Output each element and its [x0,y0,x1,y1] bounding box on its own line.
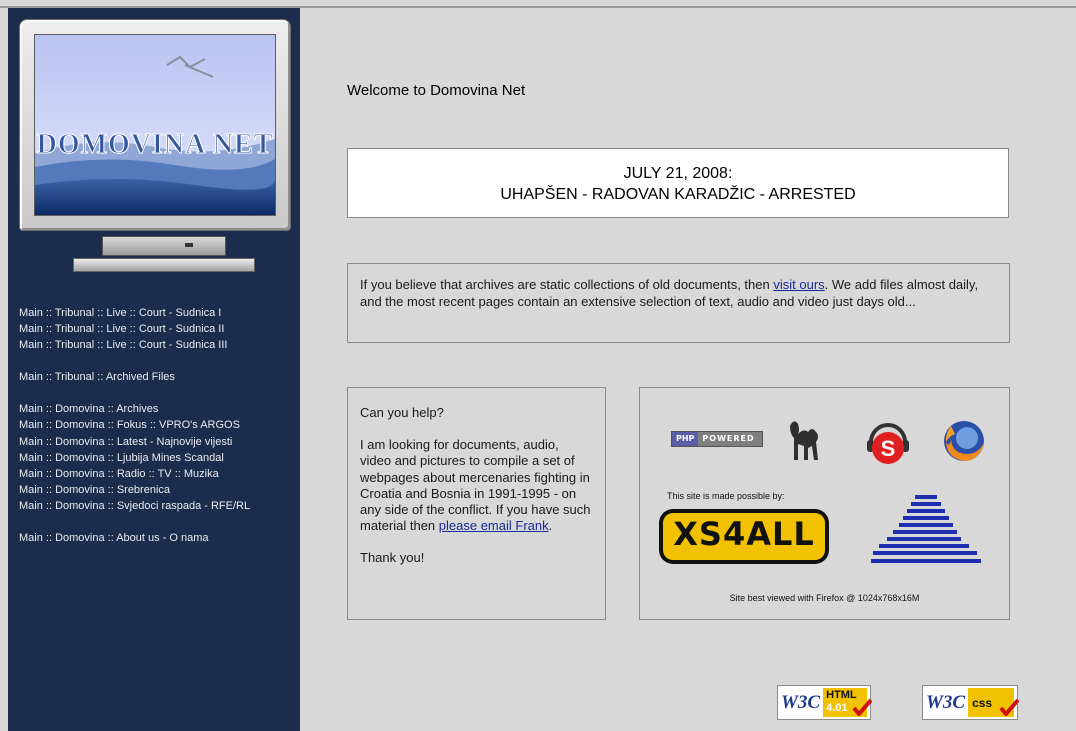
nav-link-radio-tv[interactable]: Main :: Domovina :: Radio :: TV :: Muzik… [19,466,299,482]
site-logo-monitor[interactable]: DOMOVINA NET [19,19,291,272]
monitor-screen: DOMOVINA NET [34,34,276,216]
nav-link-ljubija[interactable]: Main :: Domovina :: Ljubija Mines Scanda… [19,450,299,466]
nav-link-about-us[interactable]: Main :: Domovina :: About us - O nama [19,530,299,546]
nav-link-archived-files[interactable]: Main :: Tribunal :: Archived Files [19,369,299,385]
monitor-stand-base [73,258,255,272]
php-badge-left: PHP [672,432,699,446]
nav-link-sudnica-2[interactable]: Main :: Tribunal :: Live :: Court - Sudn… [19,321,299,337]
php-powered-badge[interactable]: PHP POWERED [671,431,763,447]
headline-box: JULY 21, 2008: UHAPŠEN - RADOVAN KARADŽI… [347,148,1009,218]
best-viewed-note: Site best viewed with Firefox @ 1024x768… [729,593,920,603]
logo-title: DOMOVINA NET [36,129,274,161]
monitor-power-button [185,243,193,247]
svg-text:S: S [881,436,896,461]
archives-paragraph: If you believe that archives are static … [360,276,997,310]
help-paragraph: I am looking for documents, audio, video… [360,437,593,534]
css-label: css [972,696,993,710]
nav-link-argos[interactable]: Main :: Domovina :: Fokus :: VPRO's ARGO… [19,417,299,433]
help-text-end: . [548,518,553,534]
firefox-icon[interactable] [941,418,987,464]
skype-icon[interactable]: S [863,418,913,468]
nav-link-svjedoci[interactable]: Main :: Domovina :: Svjedoci raspada - R… [19,498,299,514]
made-possible-label: This site is made possible by: [667,491,785,501]
partners-box: PHP POWERED S This site is made possible… [639,387,1010,620]
perl-camel-icon[interactable] [786,414,824,462]
help-title: Can you help? [360,405,444,420]
html-version: 4.01 [826,702,848,714]
sidebar-nav: Main :: Tribunal :: Live :: Court - Sudn… [19,305,299,546]
archives-text: If you believe that archives are static … [360,277,770,292]
w3c-css-badge[interactable]: W3C css [922,685,1019,720]
visit-ours-link[interactable]: visit ours [773,277,824,292]
help-thanks: Thank you! [360,550,425,566]
help-box: Can you help? I am looking for documents… [347,387,606,620]
w3c-html-badge[interactable]: W3C HTML 4.01 [777,685,872,720]
checkmark-icon [852,698,872,716]
headline-date: JULY 21, 2008: [623,165,733,182]
page-title: Welcome to Domovina Net [347,82,526,99]
nav-link-srebrenica[interactable]: Main :: Domovina :: Srebrenica [19,482,299,498]
nav-link-latest[interactable]: Main :: Domovina :: Latest - Najnovije v… [19,434,299,450]
checkmark-icon [999,698,1019,716]
archives-box: If you believe that archives are static … [347,263,1010,343]
hosting-bell-logo[interactable] [871,495,983,567]
xs4all-logo[interactable]: XS4ALL [659,509,829,564]
nav-link-archives[interactable]: Main :: Domovina :: Archives [19,401,299,417]
w3c-text: W3C [926,691,966,713]
xs4all-text: XS4ALL [673,515,815,553]
nav-link-sudnica-3[interactable]: Main :: Tribunal :: Live :: Court - Sudn… [19,337,299,353]
headline-text: UHAPŠEN - RADOVAN KARADŽIC - ARRESTED [500,186,856,203]
logo-landscape-image [35,35,275,215]
email-frank-link[interactable]: please email Frank [439,518,549,533]
php-badge-right: POWERED [698,432,762,446]
nav-link-sudnica-1[interactable]: Main :: Tribunal :: Live :: Court - Sudn… [19,305,299,321]
w3c-text: W3C [781,691,821,713]
monitor-stand-neck [102,236,226,256]
